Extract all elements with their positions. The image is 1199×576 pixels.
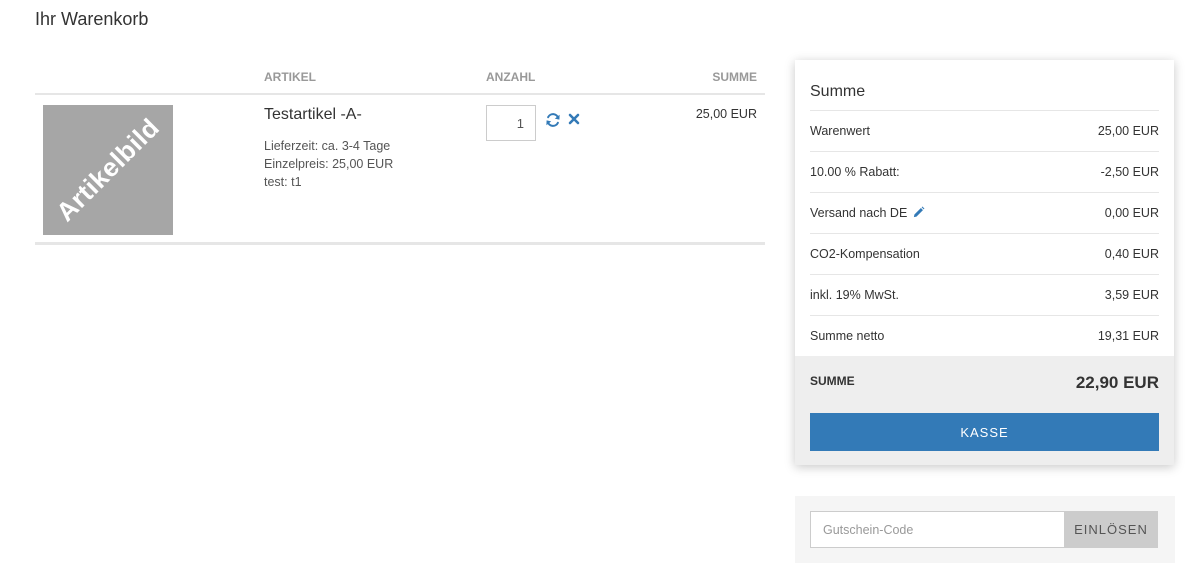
pencil-icon[interactable] [912, 206, 925, 219]
summary-lines: Warenwert 25,00 EUR 10.00 % Rabatt: -2,5… [810, 110, 1159, 356]
order-summary: Summe Warenwert 25,00 EUR 10.00 % Rabatt… [795, 60, 1174, 465]
close-icon[interactable] [566, 111, 582, 127]
summary-line-mwst: inkl. 19% MwSt. 3,59 EUR [810, 274, 1159, 315]
summary-line-label: Warenwert [810, 124, 870, 138]
product-image[interactable]: Artikelbild [43, 105, 173, 235]
summary-line-label: Summe netto [810, 329, 885, 343]
cart-table-header: ARTIKEL ANZAHL SUMME [35, 60, 765, 95]
shipping-label-text: Versand nach DE [810, 206, 908, 220]
summary-line-label: 10.00 % Rabatt: [810, 165, 900, 179]
refresh-icon[interactable] [545, 112, 561, 128]
total-label: SUMME [810, 374, 855, 388]
summary-line-value: 19,31 EUR [1097, 329, 1159, 343]
summary-line-label: CO2-Kompensation [810, 247, 920, 261]
cart-row: Artikelbild Testartikel -A- Lieferzeit: … [35, 95, 765, 245]
redeem-voucher-button[interactable]: EINLÖSEN [1064, 511, 1158, 548]
header-artikel: ARTIKEL [264, 70, 316, 84]
product-image-placeholder-text: Artikelbild [50, 112, 166, 228]
total-value: 22,90 EUR [1075, 373, 1159, 392]
summary-line-netto: Summe netto 19,31 EUR [810, 315, 1159, 356]
voucher-code-input[interactable] [810, 511, 1065, 548]
summary-line-value: 0,00 EUR [1104, 206, 1159, 220]
summary-line-value: 3,59 EUR [1104, 288, 1159, 302]
product-name[interactable]: Testartikel -A- [264, 106, 362, 124]
summary-line-value: 0,40 EUR [1104, 247, 1159, 261]
summary-line-label: Versand nach DE [810, 206, 925, 220]
summary-line-label: inkl. 19% MwSt. [810, 288, 899, 302]
page-title: Ihr Warenkorb [35, 9, 149, 29]
summary-title: Summe [810, 83, 866, 100]
summary-line-value: 25,00 EUR [1097, 124, 1159, 138]
product-unit-price: Einzelpreis: 25,00 EUR [264, 157, 394, 171]
product-delivery-time: Lieferzeit: ca. 3-4 Tage [264, 139, 391, 153]
summary-line-rabatt: 10.00 % Rabatt: -2,50 EUR [810, 151, 1159, 192]
summary-line-co2: CO2-Kompensation 0,40 EUR [810, 233, 1159, 274]
summary-line-versand: Versand nach DE 0,00 EUR [810, 192, 1159, 233]
header-summe: SUMME [712, 70, 757, 84]
header-anzahl: ANZAHL [486, 70, 536, 84]
product-meta: Lieferzeit: ca. 3-4 Tage Einzelpreis: 25… [264, 137, 393, 191]
total-area: SUMME 22,90 EUR KASSE [795, 356, 1174, 465]
quantity-input[interactable] [486, 105, 536, 141]
voucher-box: EINLÖSEN [795, 496, 1175, 563]
product-option: test: t1 [264, 175, 302, 189]
checkout-button[interactable]: KASSE [810, 413, 1159, 451]
cart-table: ARTIKEL ANZAHL SUMME Artikelbild Testart… [35, 60, 765, 245]
row-sum: 25,00 EUR [695, 107, 757, 121]
summary-line-value: -2,50 EUR [1100, 165, 1159, 179]
summary-line-warenwert: Warenwert 25,00 EUR [810, 110, 1159, 151]
cart-page: Ihr Warenkorb ARTIKEL ANZAHL SUMME Artik… [0, 0, 1199, 576]
